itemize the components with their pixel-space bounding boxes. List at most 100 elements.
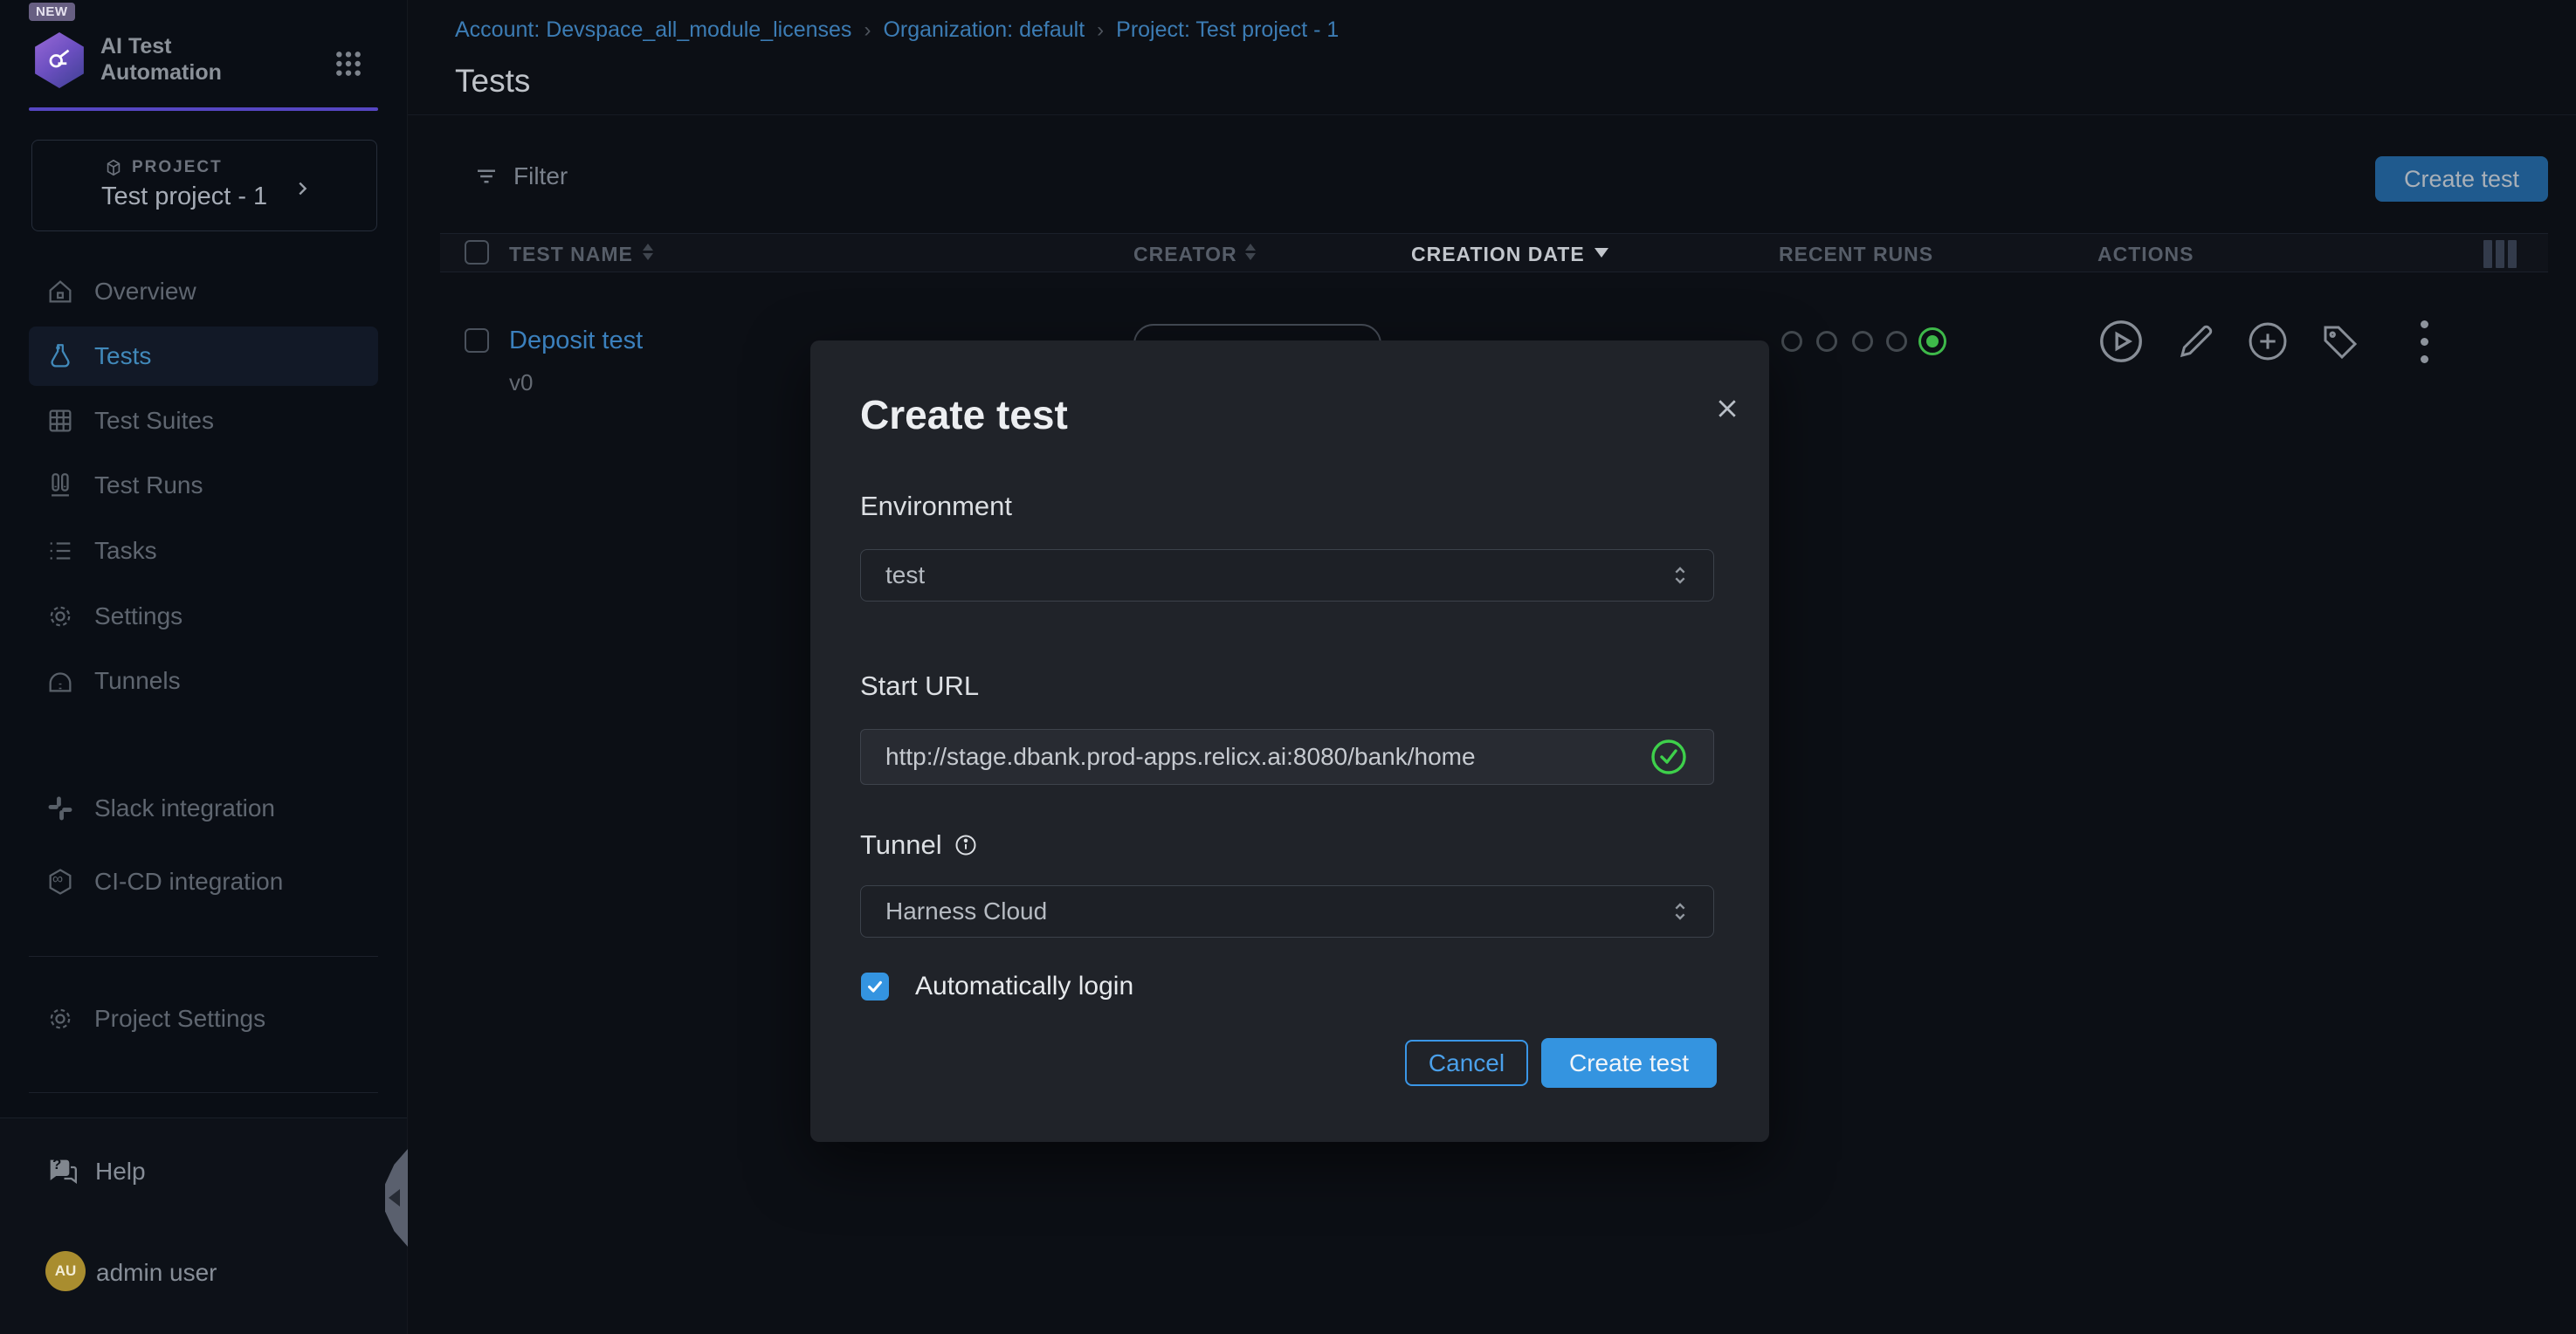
create-test-button-top[interactable]: Create test	[2375, 156, 2548, 202]
filter-label: Filter	[513, 162, 568, 190]
column-settings-icon[interactable]	[2483, 240, 2517, 268]
test-name-link[interactable]: Deposit test	[509, 327, 643, 355]
breadcrumb-separator: ›	[864, 18, 871, 43]
app-logo[interactable]	[32, 32, 86, 88]
create-test-submit-label: Create test	[1569, 1049, 1689, 1077]
app-launcher-icon[interactable]	[334, 48, 362, 79]
page-title: Tests	[455, 63, 530, 100]
gear-icon	[45, 602, 75, 631]
sidebar-item-project-settings[interactable]: Project Settings	[29, 989, 378, 1049]
project-selector[interactable]: PROJECT Test project - 1	[31, 140, 377, 231]
create-test-button-label: Create test	[2404, 166, 2519, 193]
close-icon[interactable]	[1708, 389, 1746, 428]
chevron-right-icon	[293, 177, 312, 200]
sidebar-item-label: Test Runs	[94, 471, 203, 499]
tag-icon	[2319, 320, 2361, 362]
sidebar-item-overview[interactable]: Overview	[29, 262, 378, 321]
run-status-dot	[1886, 331, 1907, 352]
filter-button[interactable]: Filter	[473, 162, 568, 190]
new-badge: NEW	[29, 3, 75, 21]
user-name[interactable]: admin user	[96, 1259, 217, 1287]
table-header-row: TEST NAME CREATOR CREATION DATE RECENT R…	[440, 233, 2548, 272]
cancel-button[interactable]: Cancel	[1405, 1040, 1528, 1086]
environment-label: Environment	[860, 491, 1012, 522]
add-to-suite-button[interactable]	[2245, 319, 2290, 364]
sidebar-item-tests[interactable]: Tests	[29, 327, 378, 386]
sidebar-item-label: Tasks	[94, 537, 157, 565]
project-kicker-label: PROJECT	[132, 158, 223, 177]
sidebar-item-test-runs[interactable]: Test Runs	[29, 456, 378, 515]
edit-test-button[interactable]	[2175, 320, 2217, 362]
breadcrumb-separator: ›	[1097, 18, 1104, 43]
sidebar-item-label: Test Suites	[94, 407, 214, 435]
avatar-initials: AU	[55, 1262, 77, 1280]
cube-icon	[104, 158, 123, 177]
sidebar-item-slack-integration[interactable]: Slack integration	[29, 779, 378, 838]
auto-login-checkbox[interactable]	[861, 973, 889, 1000]
breadcrumb-organization-link[interactable]: Organization: default	[883, 17, 1085, 43]
select-chevrons-icon	[1666, 561, 1694, 589]
tunnel-icon	[45, 666, 75, 696]
tunnel-value: Harness Cloud	[885, 897, 1047, 925]
breadcrumb-account-link[interactable]: Account: Devspace_all_module_licenses	[455, 17, 851, 43]
column-header-creator[interactable]: CREATOR	[1133, 243, 1237, 266]
info-icon[interactable]	[954, 833, 978, 857]
filter-icon	[473, 163, 499, 189]
sidebar-item-cicd-integration[interactable]: ∞ CI-CD integration	[29, 852, 378, 911]
task-list-icon	[45, 536, 75, 566]
start-url-input[interactable]	[860, 729, 1714, 785]
row-checkbox[interactable]	[465, 328, 489, 353]
start-url-label: Start URL	[860, 670, 979, 702]
environment-select[interactable]: test	[860, 549, 1714, 602]
sidebar-divider	[29, 1092, 378, 1093]
more-actions-button[interactable]	[2421, 320, 2428, 363]
tag-button[interactable]	[2319, 320, 2361, 362]
run-status-dot-passed[interactable]	[1918, 327, 1946, 355]
tunnel-label-text: Tunnel	[860, 829, 942, 861]
sort-descending-icon[interactable]	[1595, 248, 1608, 258]
app-title: AI Test Automation	[100, 33, 222, 86]
play-circle-icon	[2096, 316, 2146, 367]
environment-value: test	[885, 561, 925, 589]
sidebar: NEW AI Test Automation	[0, 0, 408, 1334]
run-test-button[interactable]	[2096, 316, 2146, 367]
app-title-line1: AI Test	[100, 33, 222, 59]
app-title-line2: Automation	[100, 59, 222, 86]
sidebar-item-test-suites[interactable]: Test Suites	[29, 391, 378, 450]
modal-title: Create test	[860, 391, 1068, 438]
pencil-icon	[2175, 320, 2217, 362]
sidebar-item-tasks[interactable]: Tasks	[29, 521, 378, 581]
sidebar-divider	[29, 956, 378, 957]
ci-cd-icon: ∞	[45, 867, 75, 897]
sidebar-item-label: Tunnels	[94, 667, 181, 695]
header-divider	[408, 114, 2576, 115]
sidebar-item-settings[interactable]: Settings	[29, 587, 378, 646]
column-header-creation-date[interactable]: CREATION DATE	[1411, 243, 1585, 266]
sidebar-footer	[0, 1117, 407, 1334]
create-test-submit-button[interactable]: Create test	[1541, 1038, 1717, 1088]
breadcrumb: Account: Devspace_all_module_licenses › …	[455, 17, 1339, 43]
select-all-checkbox[interactable]	[465, 240, 489, 265]
sort-icons[interactable]	[643, 244, 653, 260]
column-header-recent-runs: RECENT RUNS	[1779, 243, 1933, 266]
run-status-dot	[1781, 331, 1802, 352]
run-status-dot	[1852, 331, 1873, 352]
help-button[interactable]: ? Help	[45, 1154, 146, 1189]
tunnel-select[interactable]: Harness Cloud	[860, 885, 1714, 938]
create-test-modal: Create test Environment test Start URL T…	[810, 340, 1769, 1142]
sidebar-item-label: Slack integration	[94, 794, 275, 822]
sidebar-item-tunnels[interactable]: Tunnels	[29, 651, 378, 711]
slack-icon	[45, 794, 75, 823]
sort-icons[interactable]	[1245, 244, 1256, 260]
tunnel-label: Tunnel	[860, 829, 978, 861]
flask-icon	[45, 341, 75, 371]
project-kicker: PROJECT	[104, 158, 223, 177]
test-runs-icon	[45, 471, 75, 500]
gear-icon	[45, 1004, 75, 1034]
test-version: v0	[509, 369, 533, 396]
avatar[interactable]: AU	[45, 1251, 86, 1291]
cancel-button-label: Cancel	[1429, 1049, 1505, 1077]
help-chat-icon: ?	[45, 1154, 79, 1189]
breadcrumb-project-link[interactable]: Project: Test project - 1	[1116, 17, 1339, 43]
column-header-test-name[interactable]: TEST NAME	[509, 243, 633, 266]
